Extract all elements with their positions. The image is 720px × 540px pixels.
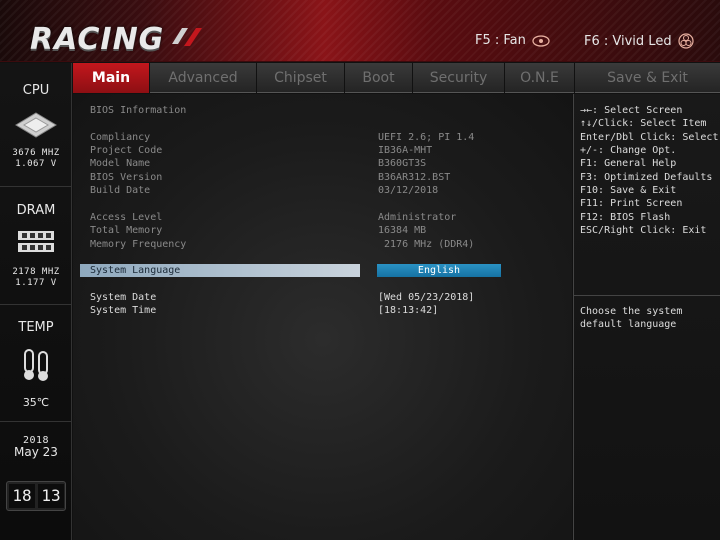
cpu-freq: 3676 MHZ [12,148,60,158]
thermometer-icon [24,349,48,381]
help-key-line: F10: Save & Exit [580,185,677,196]
model-name-label: Model Name [90,158,151,169]
total-memory-label: Total Memory [90,225,163,236]
help-key-line: →←: Select Screen [580,105,683,116]
compliancy-label: Compliancy [90,132,151,143]
f5-label: F5 : Fan [475,33,526,48]
project-code-label: Project Code [90,145,163,156]
help-description-line: default language [580,319,677,330]
dram-label: DRAM [16,203,56,218]
total-memory-value: 16384 MB [378,225,427,236]
bios-version-label: BIOS Version [90,172,163,183]
tab-bar: Main Advanced Chipset Boot Security O.N.… [73,63,720,93]
help-key-line: F11: Print Screen [580,198,683,209]
cpu-label: CPU [22,83,50,98]
system-language-select[interactable]: English [377,264,501,277]
memory-module-icon [18,231,54,252]
tab-one[interactable]: O.N.E [505,63,575,93]
help-key-line: F12: BIOS Flash [580,212,671,223]
section-title: BIOS Information [90,105,187,116]
racing-logo: RACING [30,22,220,57]
clock-display: 18 13 [6,481,66,511]
system-date-value[interactable]: [Wed 05/23/2018] [378,291,474,304]
dram-volt: 1.177 V [15,278,57,288]
help-key-line: F1: General Help [580,158,677,169]
cpu-chip-icon [15,112,57,138]
tab-save-exit[interactable]: Save & Exit [575,63,720,93]
model-name-value: B360GT3S [378,158,427,169]
help-key-line: Enter/Dbl Click: Select [580,132,719,143]
tab-security[interactable]: Security [413,63,505,93]
tab-main[interactable]: Main [73,63,150,93]
system-date-label: System Date [90,292,157,303]
f6-label: F6 : Vivid Led [584,33,672,49]
access-level-value: Administrator [378,212,457,223]
status-sidebar: CPU 3676 MHZ 1.067 V DRAM 2178 MHZ 1.177… [0,63,72,540]
logo-mark-icon [172,28,202,46]
clock-minutes: 13 [38,484,64,508]
vivid-led-shortcut[interactable]: F6 : Vivid Led [584,33,694,49]
help-key-line: ↑↓/Click: Select Item [580,118,707,129]
date-month-day: May 23 [14,445,58,459]
header-bar: RACING F5 : Fan F6 : Vivid Led [0,0,720,62]
help-key-line: +/-: Change Opt. [580,145,677,156]
tab-boot[interactable]: Boot [345,63,413,93]
led-icon [677,33,694,49]
logo-text: RACING [30,22,165,57]
tab-advanced[interactable]: Advanced [150,63,257,93]
system-time-value[interactable]: [18:13:42] [378,304,438,317]
fan-shortcut[interactable]: F5 : Fan [475,33,550,48]
fan-icon [532,34,550,47]
build-date-value: 03/12/2018 [378,185,439,196]
tab-chipset[interactable]: Chipset [257,63,345,93]
memory-frequency-label: Memory Frequency [90,239,187,250]
system-time-label: System Time [90,305,157,316]
help-description-line: Choose the system [580,306,683,317]
temp-value: 35℃ [22,396,50,409]
help-key-line: F3: Optimized Defaults [580,172,713,183]
system-language-label: System Language [90,265,181,276]
cpu-volt: 1.067 V [15,159,57,169]
dram-freq: 2178 MHZ [12,267,60,277]
memory-frequency-value: 2176 MHz (DDR4) [378,239,475,250]
compliancy-value: UEFI 2.6; PI 1.4 [378,132,475,143]
help-key-line: ESC/Right Click: Exit [580,225,707,236]
clock-hours: 18 [9,484,35,508]
temp-label: TEMP [18,320,54,335]
build-date-label: Build Date [90,185,151,196]
project-code-value: IB36A-MHT [378,145,433,156]
access-level-label: Access Level [90,212,163,223]
bios-version-value: B36AR312.BST [378,172,451,183]
